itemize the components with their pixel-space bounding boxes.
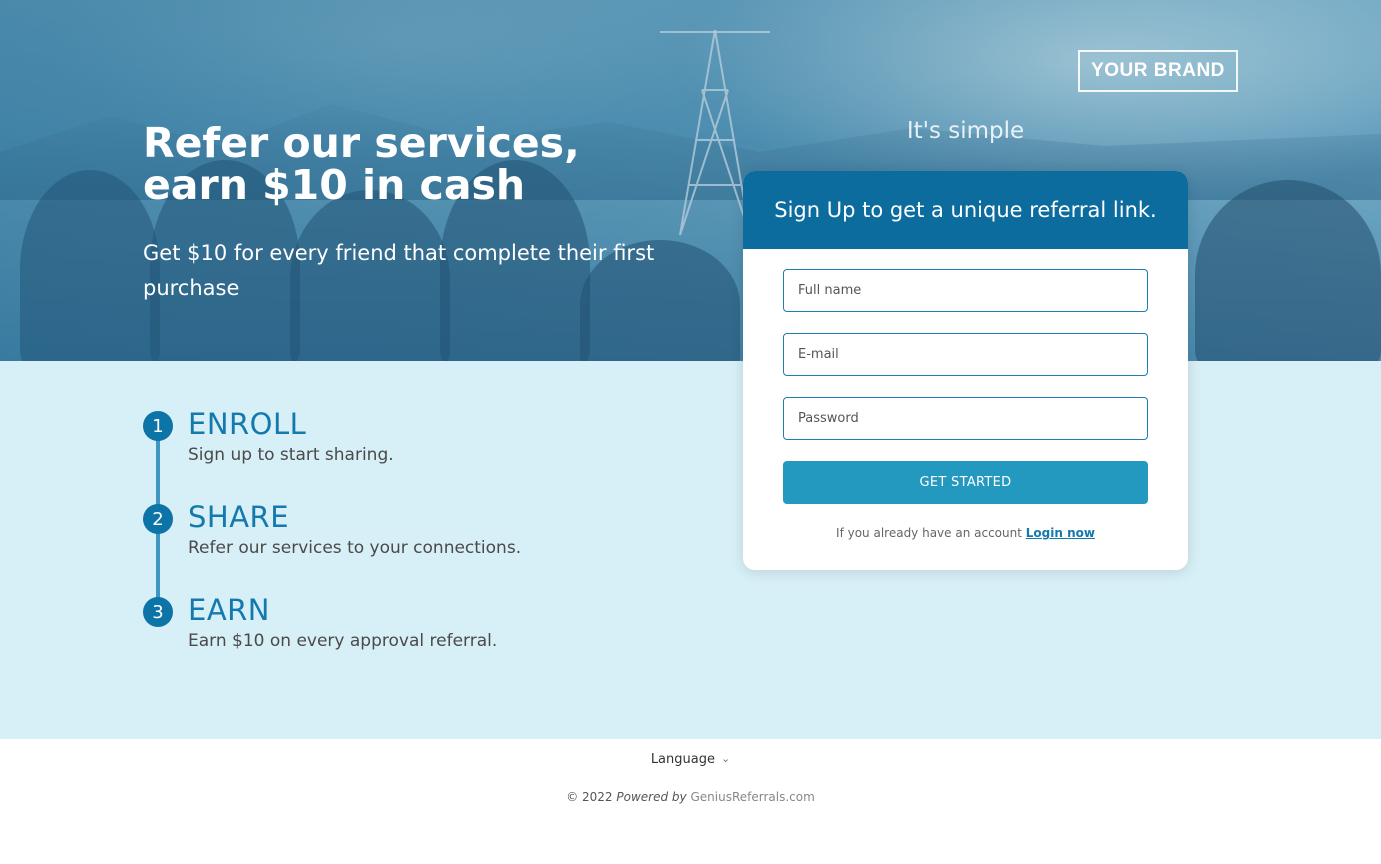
signup-heading: Sign Up to get a unique referral link.	[743, 171, 1188, 249]
step-description: Sign up to start sharing.	[188, 445, 394, 465]
brand-logo[interactable]: YOUR BRAND	[1078, 50, 1238, 92]
login-now-link[interactable]: Login now	[1026, 526, 1095, 540]
hero-title: Refer our services, earn $10 in cash	[143, 119, 580, 209]
signup-card: Sign Up to get a unique referral link. G…	[743, 171, 1188, 570]
password-input[interactable]	[783, 397, 1148, 440]
chevron-down-icon: ⌄	[720, 752, 731, 765]
step-description: Refer our services to your connections.	[188, 538, 522, 558]
powered-by-text: Powered by	[616, 790, 687, 804]
powered-by-link[interactable]: GeniusReferrals.com	[690, 790, 814, 804]
language-label: Language	[650, 752, 715, 767]
hero-tagline: It's simple	[906, 118, 1025, 144]
step-number: 3	[143, 597, 173, 627]
copyright-text: © 2022	[566, 790, 613, 804]
step-title: SHARE	[188, 500, 290, 534]
step-number: 2	[143, 504, 173, 534]
login-prompt: If you already have an account	[836, 526, 1022, 540]
footer-copyright: © 2022 Powered by GeniusReferrals.com	[0, 790, 1381, 804]
hero-subtitle: Get $10 for every friend that complete t…	[143, 241, 655, 300]
login-row: If you already have an account Login now	[743, 526, 1188, 540]
language-selector[interactable]: Language ⌄	[0, 752, 1381, 767]
email-input[interactable]	[783, 333, 1148, 376]
step-description: Earn $10 on every approval referral.	[188, 631, 498, 651]
fullname-input[interactable]	[783, 269, 1148, 312]
step-title: ENROLL	[188, 407, 307, 441]
step-number: 1	[143, 411, 173, 441]
step-title: EARN	[188, 593, 271, 627]
get-started-button[interactable]: GET STARTED	[783, 461, 1148, 504]
